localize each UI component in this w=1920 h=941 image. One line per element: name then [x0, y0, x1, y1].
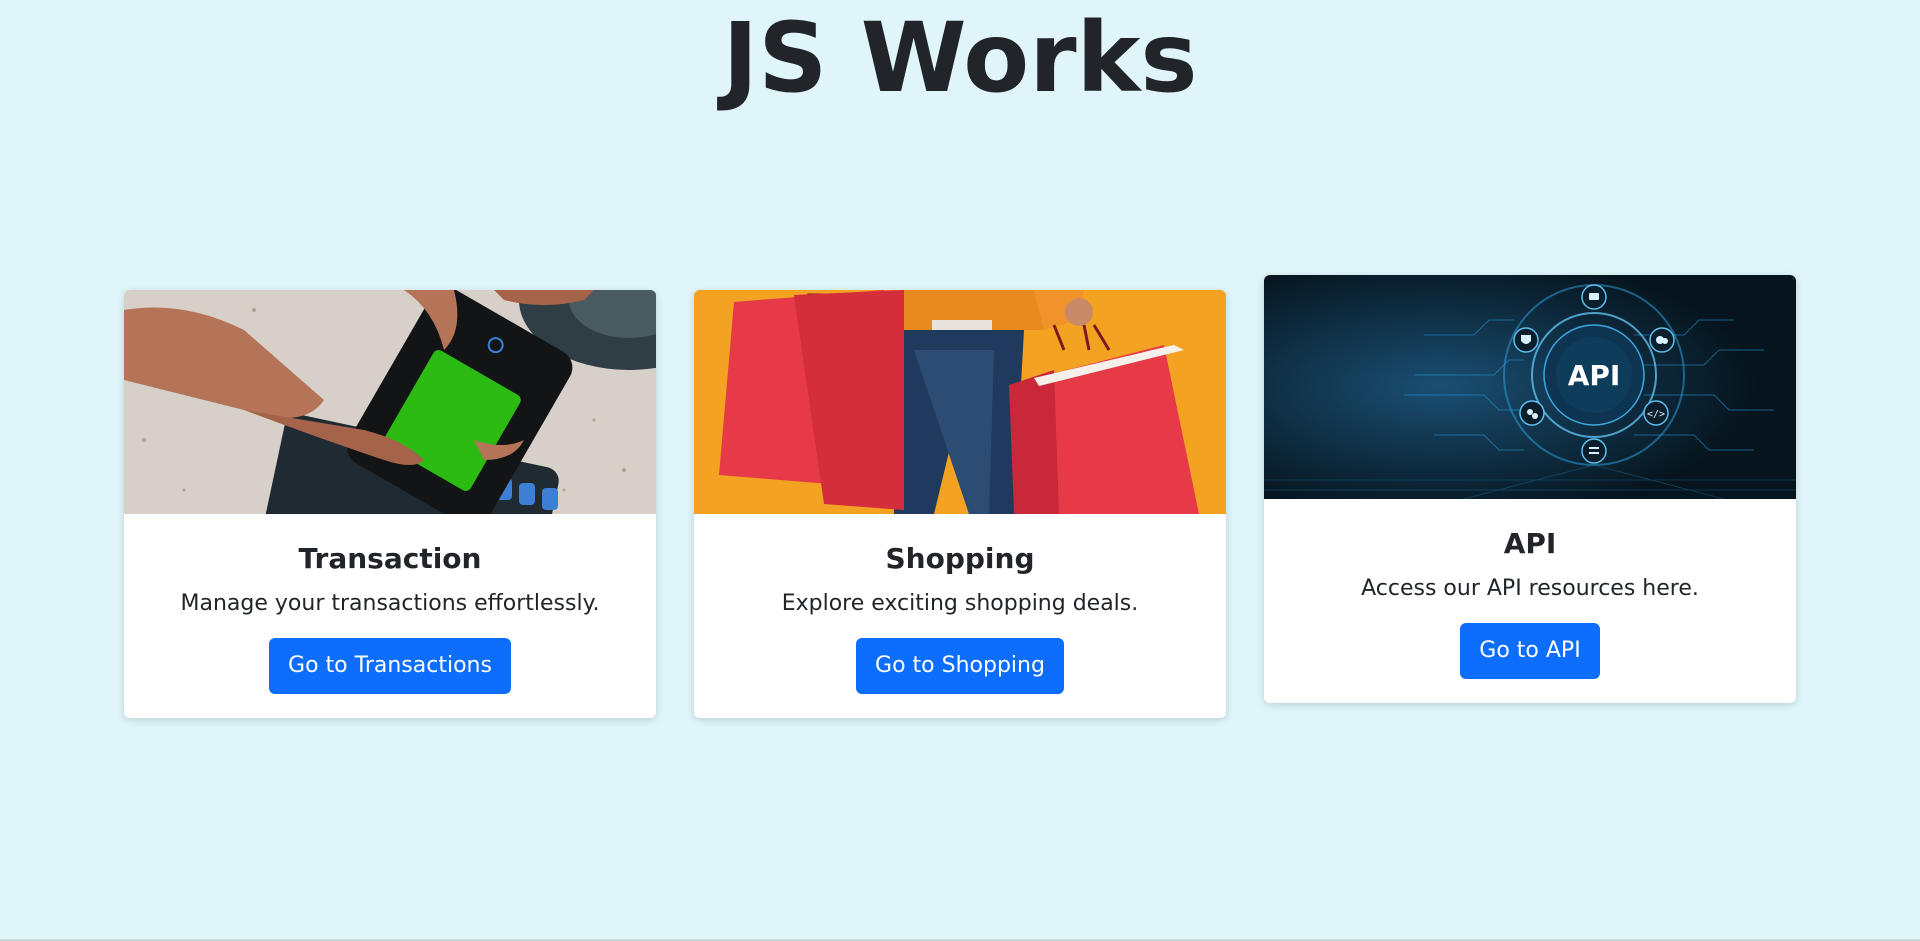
api-image: API </>	[1264, 275, 1796, 499]
api-graphic-label: API	[1568, 359, 1621, 392]
api-card-text: Access our API resources here.	[1361, 576, 1699, 601]
transaction-card-title: Transaction	[298, 542, 482, 575]
go-to-api-button[interactable]: Go to API	[1460, 623, 1600, 679]
shopping-image	[694, 290, 1226, 514]
transaction-card-text: Manage your transactions effortlessly.	[180, 591, 600, 616]
page: JS Works Transaction Manage your transac…	[0, 0, 1920, 941]
api-card: API </> API Access our API resources her…	[1264, 275, 1796, 703]
go-to-shopping-button[interactable]: Go to Shopping	[856, 638, 1064, 694]
shopping-card-text: Explore exciting shopping deals.	[781, 591, 1139, 616]
shopping-card: Shopping Explore exciting shopping deals…	[694, 290, 1226, 718]
transaction-image	[124, 290, 656, 514]
api-card-title: API	[1503, 527, 1557, 560]
page-title: JS Works	[722, 2, 1198, 114]
shopping-card-title: Shopping	[885, 542, 1035, 575]
svg-text:</>: </>	[1647, 409, 1665, 420]
go-to-transactions-button[interactable]: Go to Transactions	[269, 638, 511, 694]
transaction-card: Transaction Manage your transactions eff…	[124, 290, 656, 718]
